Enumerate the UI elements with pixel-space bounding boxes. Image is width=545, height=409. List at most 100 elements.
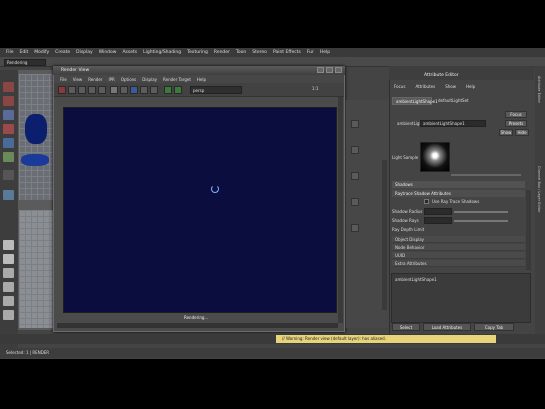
load-attributes-button[interactable]: Load Attributes: [423, 323, 471, 331]
section-raytrace-shadows[interactable]: Raytrace Shadow Attributes: [392, 190, 525, 197]
shadow-radius-field[interactable]: [424, 208, 452, 215]
panel-button[interactable]: [351, 198, 359, 206]
panel-scrollbar[interactable]: [382, 160, 387, 310]
menu-set-select[interactable]: Rendering: [4, 59, 46, 66]
menu-help[interactable]: Help: [320, 50, 330, 55]
menu-toon[interactable]: Toon: [236, 50, 246, 55]
attribute-editor-scrollbar[interactable]: [526, 190, 531, 270]
menu-fur[interactable]: Fur: [307, 50, 314, 55]
rv-menu-file[interactable]: File: [60, 77, 67, 82]
panel-button[interactable]: [351, 120, 359, 128]
real-size-icon[interactable]: [164, 86, 172, 94]
show-button[interactable]: Show: [499, 129, 513, 136]
render-view-titlebar[interactable]: Render View: [53, 66, 345, 75]
refresh-icon[interactable]: [78, 86, 86, 94]
keep-image-icon[interactable]: [140, 86, 148, 94]
select-button[interactable]: Select: [392, 323, 420, 331]
section-node-behavior[interactable]: Node Behavior: [392, 244, 525, 251]
layout-outliner-icon[interactable]: [3, 282, 14, 292]
tab-ambient-light-shape[interactable]: ambientLightShape1: [392, 97, 438, 105]
presets-button[interactable]: Presets: [505, 120, 527, 127]
layout-two-icon[interactable]: [3, 268, 14, 278]
color-channel-icon[interactable]: [130, 86, 138, 94]
shadow-rays-field[interactable]: [424, 217, 452, 224]
shadow-rays-slider[interactable]: [454, 220, 508, 222]
close-icon[interactable]: [335, 67, 342, 73]
render-view-hscroll[interactable]: [57, 323, 338, 328]
redo-render-icon[interactable]: [58, 86, 66, 94]
camera-select[interactable]: persp: [190, 86, 242, 94]
section-uuid[interactable]: UUID: [392, 252, 525, 259]
render-canvas[interactable]: [63, 107, 337, 313]
menu-assets[interactable]: Assets: [122, 50, 137, 55]
rv-menu-view[interactable]: View: [73, 77, 83, 82]
ae-menu-focus[interactable]: Focus: [394, 84, 405, 89]
attribute-editor-menubar: Focus Attributes Show Help: [394, 84, 475, 89]
rv-menu-render-target[interactable]: Render Target: [163, 77, 191, 82]
soft-select-icon[interactable]: [3, 190, 14, 200]
layout-single-icon[interactable]: [3, 240, 14, 250]
select-tool-icon[interactable]: [3, 82, 14, 92]
menu-stereo[interactable]: Stereo: [252, 50, 267, 55]
minimize-icon[interactable]: [317, 67, 324, 73]
tab-channel-box[interactable]: Channel Box / Layer Editor: [537, 166, 541, 213]
paint-select-icon[interactable]: [3, 110, 14, 120]
use-raytrace-checkbox[interactable]: [424, 199, 429, 204]
ae-menu-help[interactable]: Help: [466, 84, 475, 89]
section-object-display[interactable]: Object Display: [392, 236, 525, 243]
node-name-field[interactable]: ambientLightShape1: [420, 120, 486, 127]
perspective-viewport[interactable]: [19, 74, 53, 200]
panel-button[interactable]: [351, 224, 359, 232]
render-view-vscroll[interactable]: [338, 97, 343, 323]
menu-file[interactable]: File: [6, 50, 14, 55]
rotate-tool-icon[interactable]: [3, 138, 14, 148]
maximize-icon[interactable]: [326, 67, 333, 73]
copy-tab-button[interactable]: Copy Tab: [474, 323, 514, 331]
remove-image-icon[interactable]: [150, 86, 158, 94]
menu-render[interactable]: Render: [214, 50, 230, 55]
menu-modify[interactable]: Modify: [34, 50, 49, 55]
tab-attribute-editor[interactable]: Attribute Editor: [537, 76, 541, 103]
snapshot-icon[interactable]: [98, 86, 106, 94]
shadow-radius-slider[interactable]: [454, 211, 508, 213]
scale-tool-icon[interactable]: [3, 152, 14, 162]
side-viewport[interactable]: [19, 210, 53, 328]
layout-hypershade-icon[interactable]: [3, 310, 14, 320]
fit-frame-icon[interactable]: [174, 86, 182, 94]
panel-button[interactable]: [351, 146, 359, 154]
focus-button[interactable]: Focus: [505, 111, 527, 118]
alpha-channel-icon[interactable]: [120, 86, 128, 94]
ae-menu-show[interactable]: Show: [445, 84, 456, 89]
layout-four-icon[interactable]: [3, 254, 14, 264]
hide-button[interactable]: Hide: [515, 129, 529, 136]
panel-button[interactable]: [351, 172, 359, 180]
last-tool-icon[interactable]: [3, 170, 14, 180]
menu-window[interactable]: Window: [99, 50, 117, 55]
tab-default-light-set[interactable]: defaultLightSet: [435, 97, 475, 105]
menu-display[interactable]: Display: [76, 50, 93, 55]
main-menubar: File Edit Modify Create Display Window A…: [0, 48, 545, 57]
rv-menu-options[interactable]: Options: [121, 77, 136, 82]
menu-create[interactable]: Create: [55, 50, 70, 55]
notes-text: ambientLightShape1: [395, 277, 437, 282]
menu-texturing[interactable]: Texturing: [187, 50, 208, 55]
rv-menu-help[interactable]: Help: [197, 77, 206, 82]
ipr-render-icon[interactable]: [68, 86, 76, 94]
notes-field[interactable]: ambientLightShape1: [391, 273, 531, 323]
shadow-radius-label: Shadow Radius: [392, 209, 423, 214]
toolbox: [0, 70, 18, 350]
menu-edit[interactable]: Edit: [20, 50, 29, 55]
section-extra-attributes[interactable]: Extra Attributes: [392, 260, 525, 267]
render-region-icon[interactable]: [88, 86, 96, 94]
menu-paint-effects[interactable]: Paint Effects: [273, 50, 301, 55]
menu-lighting-shading[interactable]: Lighting/Shading: [143, 50, 181, 55]
rv-menu-render[interactable]: Render: [88, 77, 102, 82]
rgb-channels-icon[interactable]: [110, 86, 118, 94]
ae-menu-attributes[interactable]: Attributes: [415, 84, 435, 89]
section-shadows[interactable]: Shadows: [392, 181, 525, 188]
rv-menu-ipr[interactable]: IPR: [108, 77, 114, 82]
lasso-tool-icon[interactable]: [3, 96, 14, 106]
layout-graph-icon[interactable]: [3, 296, 14, 306]
rv-menu-display[interactable]: Display: [142, 77, 157, 82]
move-tool-icon[interactable]: [3, 124, 14, 134]
